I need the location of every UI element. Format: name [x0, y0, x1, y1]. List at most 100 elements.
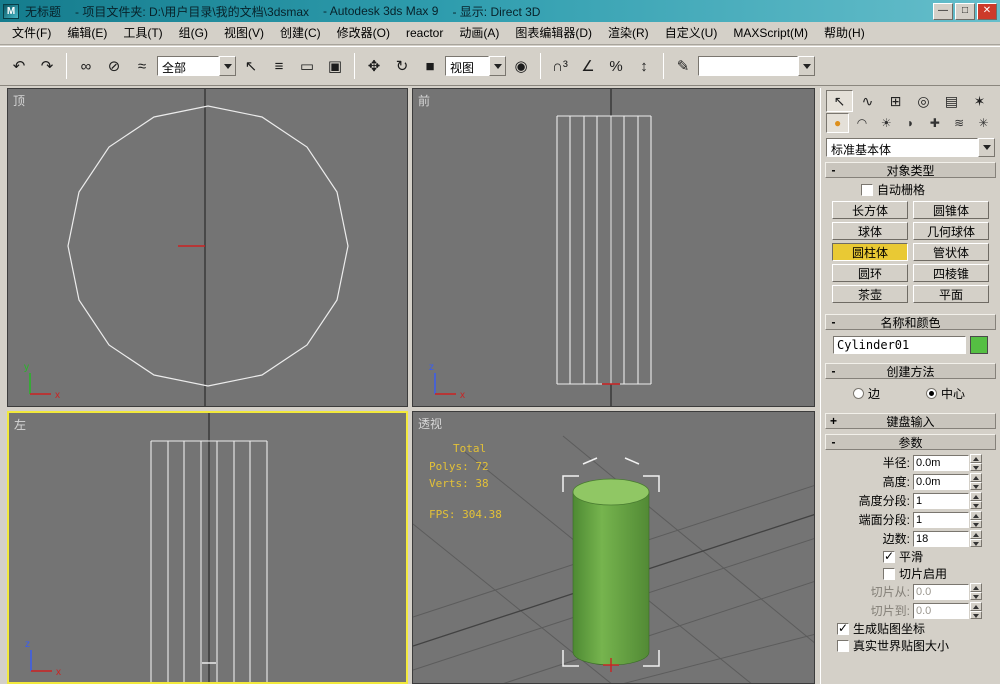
viewport-top[interactable]: 顶 y x [7, 88, 408, 407]
menu-customize[interactable]: 自定义(U) [657, 22, 726, 44]
menu-rendering[interactable]: 渲染(R) [600, 22, 657, 44]
close-button[interactable]: ✕ [977, 3, 997, 20]
spinner-up-icon[interactable] [970, 492, 982, 501]
selection-filter-dropdown[interactable]: 全部 [157, 56, 236, 76]
cylinder-3d-object[interactable] [573, 479, 649, 665]
sphere-button[interactable]: 球体 [832, 222, 908, 240]
rectangular-selection-region-button[interactable]: ▭ [294, 53, 320, 79]
generate-mapping-coords-checkbox[interactable] [837, 623, 849, 635]
menu-animation[interactable]: 动画(A) [451, 22, 507, 44]
tab-motion[interactable]: ◎ [910, 90, 937, 112]
spinner-snap-toggle-button[interactable]: ↕ [631, 53, 657, 79]
teapot-button[interactable]: 茶壶 [832, 285, 908, 303]
height-field[interactable]: 0.0m [913, 474, 969, 490]
radius-spinner[interactable] [970, 454, 982, 471]
tab-hierarchy[interactable]: ⊞ [882, 90, 909, 112]
spinner-down-icon[interactable] [970, 520, 982, 529]
menu-views[interactable]: 视图(V) [216, 22, 272, 44]
category-shapes[interactable]: ◠ [850, 113, 873, 133]
menu-reactor[interactable]: reactor [398, 22, 451, 44]
use-pivot-point-center-button[interactable]: ◉ [508, 53, 534, 79]
tab-modify[interactable]: ∿ [854, 90, 881, 112]
height-spinner[interactable] [970, 473, 982, 490]
viewport-front[interactable]: 前 z x [412, 88, 815, 407]
chevron-down-icon[interactable] [978, 138, 995, 157]
rollout-parameters-header[interactable]: - 参数 [825, 434, 996, 450]
tube-button[interactable]: 管状体 [913, 243, 989, 261]
category-geometry[interactable]: ● [826, 113, 849, 133]
height-segments-spinner[interactable] [970, 492, 982, 509]
pyramid-button[interactable]: 四棱锥 [913, 264, 989, 282]
category-helpers[interactable]: ✚ [923, 113, 946, 133]
percent-snap-toggle-button[interactable]: % [603, 53, 629, 79]
rollout-object-type-header[interactable]: - 对象类型 [825, 162, 996, 178]
spinner-down-icon[interactable] [970, 463, 982, 472]
edit-named-selection-sets-button[interactable]: ✎ [670, 53, 696, 79]
object-color-swatch[interactable] [970, 336, 988, 354]
unlink-selection-button[interactable]: ⊘ [101, 53, 127, 79]
spinner-down-icon[interactable] [970, 501, 982, 510]
category-cameras[interactable]: ◗ [899, 113, 922, 133]
category-systems[interactable]: ✳ [972, 113, 995, 133]
category-lights[interactable]: ☀ [875, 113, 898, 133]
select-by-name-button[interactable]: ≡ [266, 53, 292, 79]
undo-button[interactable]: ↶ [6, 53, 32, 79]
bind-to-space-warp-button[interactable]: ≈ [129, 53, 155, 79]
spinner-up-icon[interactable] [970, 454, 982, 463]
menu-group[interactable]: 组(G) [171, 22, 216, 44]
spinner-down-icon[interactable] [970, 482, 982, 491]
menu-graph-editors[interactable]: 图表编辑器(D) [507, 22, 600, 44]
tab-display[interactable]: ▤ [938, 90, 965, 112]
primitive-category-dropdown[interactable]: 标准基本体 [826, 138, 995, 157]
tab-create[interactable]: ↖ [826, 90, 853, 112]
cylinder-button[interactable]: 圆柱体 [832, 243, 908, 261]
snap-toggle-3d-button[interactable]: ∩³ [547, 53, 573, 79]
chevron-down-icon[interactable] [798, 56, 815, 76]
spinner-up-icon[interactable] [970, 473, 982, 482]
window-crossing-button[interactable]: ▣ [322, 53, 348, 79]
object-name-input[interactable]: Cylinder01 [833, 336, 966, 354]
real-world-map-size-checkbox[interactable] [837, 640, 849, 652]
minimize-button[interactable]: — [933, 3, 953, 20]
viewport-perspective-label[interactable]: 透视 [418, 415, 442, 432]
viewport-front-label[interactable]: 前 [418, 92, 430, 109]
height-segments-field[interactable]: 1 [913, 493, 969, 509]
viewport-left-label[interactable]: 左 [14, 416, 26, 433]
viewport-top-label[interactable]: 顶 [13, 92, 25, 109]
menu-help[interactable]: 帮助(H) [816, 22, 873, 44]
redo-button[interactable]: ↷ [34, 53, 60, 79]
torus-button[interactable]: 圆环 [832, 264, 908, 282]
chevron-down-icon[interactable] [219, 56, 236, 76]
cap-segments-spinner[interactable] [970, 511, 982, 528]
plane-button[interactable]: 平面 [913, 285, 989, 303]
named-selection-sets-dropdown[interactable] [698, 56, 815, 76]
sides-spinner[interactable] [970, 530, 982, 547]
spinner-up-icon[interactable] [970, 530, 982, 539]
menu-file[interactable]: 文件(F) [4, 22, 59, 44]
menu-modifiers[interactable]: 修改器(O) [329, 22, 398, 44]
menu-edit[interactable]: 编辑(E) [59, 22, 115, 44]
cap-segments-field[interactable]: 1 [913, 512, 969, 528]
menu-tools[interactable]: 工具(T) [115, 22, 170, 44]
radius-field[interactable]: 0.0m [913, 455, 969, 471]
reference-coordinate-dropdown[interactable]: 视图 [445, 56, 506, 76]
select-and-link-button[interactable]: ∞ [73, 53, 99, 79]
sides-field[interactable]: 18 [913, 531, 969, 547]
viewport-left[interactable]: 左 z x [7, 411, 408, 684]
edge-radio[interactable] [853, 388, 864, 399]
tab-utilities[interactable]: ✶ [966, 90, 993, 112]
geosphere-button[interactable]: 几何球体 [913, 222, 989, 240]
menu-maxscript[interactable]: MAXScript(M) [725, 22, 816, 44]
select-and-rotate-button[interactable]: ↻ [389, 53, 415, 79]
rollout-keyboard-entry-header[interactable]: + 键盘输入 [825, 413, 996, 429]
box-button[interactable]: 长方体 [832, 201, 908, 219]
category-space-warps[interactable]: ≋ [947, 113, 970, 133]
viewport-perspective[interactable]: 透视 Total Polys: 72 Verts: 38 FPS: 304.38 [412, 411, 815, 684]
cone-button[interactable]: 圆锥体 [913, 201, 989, 219]
select-and-scale-button[interactable]: ■ [417, 53, 443, 79]
select-object-button[interactable]: ↖ [238, 53, 264, 79]
select-and-move-button[interactable]: ✥ [361, 53, 387, 79]
spinner-up-icon[interactable] [970, 511, 982, 520]
chevron-down-icon[interactable] [489, 56, 506, 76]
rollout-creation-method-header[interactable]: - 创建方法 [825, 363, 996, 379]
